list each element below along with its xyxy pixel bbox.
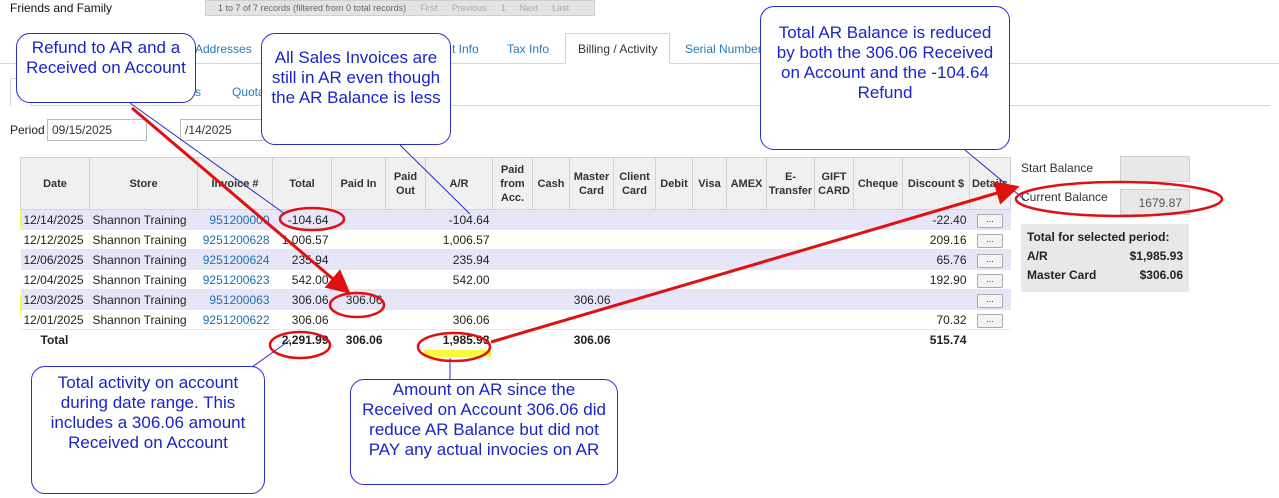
circle-total [268, 330, 332, 360]
circle-refund-total [278, 206, 346, 232]
circle-paid-in [328, 291, 386, 319]
callout-refund: Refund to AR and a Received on Account [16, 33, 196, 103]
sales-callout-pointer [399, 144, 471, 215]
callout-total-activity: Total activity on account during date ra… [31, 366, 265, 494]
arrow-ar-to-balance [490, 181, 1020, 344]
circle-ar-total [416, 331, 492, 363]
callout-total-ar-balance: Total AR Balance is reduced by both the … [760, 6, 1010, 150]
circle-current-balance [1014, 180, 1224, 218]
callout-amount-on-ar: Amount on AR since the Received on Accou… [350, 379, 618, 485]
callout-sales-invoices: All Sales Invoices are still in AR even … [261, 33, 451, 145]
